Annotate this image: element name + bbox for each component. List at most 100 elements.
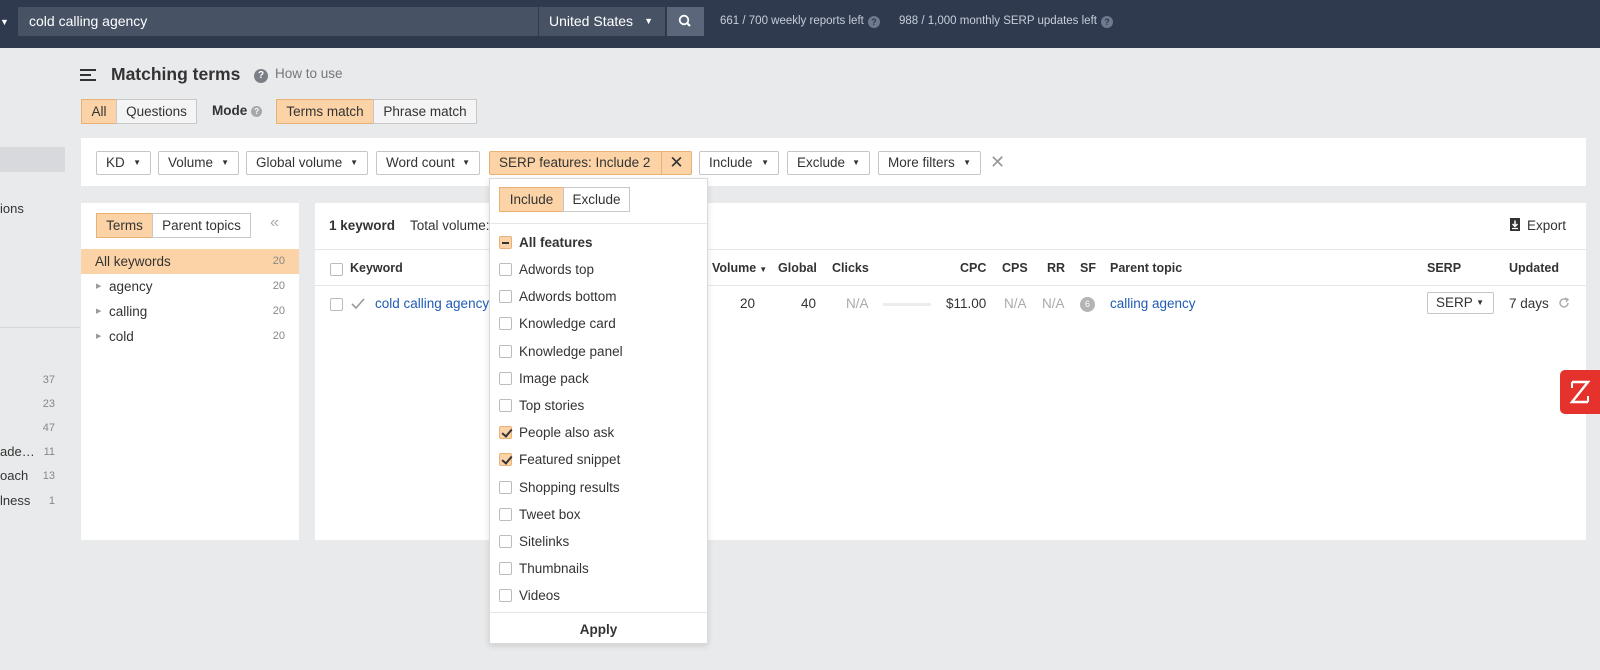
serp-features-filter-label: SERP features: Include 2 [499, 155, 651, 170]
weekly-reports-info: 661 / 700 weekly reports left? [720, 0, 880, 48]
tab-all[interactable]: All [81, 99, 117, 124]
sidebar-item-label[interactable]: lness [0, 493, 30, 508]
refresh-icon[interactable] [1558, 297, 1570, 309]
sidebar-item-label[interactable]: ade… [0, 444, 35, 459]
serp-feature-label: Top stories [519, 398, 585, 413]
keyword-group-label: calling [109, 304, 148, 319]
checked-checkbox[interactable] [499, 426, 512, 440]
help-icon[interactable]: ? [251, 106, 263, 117]
checkbox[interactable] [499, 317, 512, 331]
select-all-checkbox[interactable] [330, 263, 343, 276]
serp-feature-label: People also ask [519, 425, 615, 441]
clear-filters-icon[interactable]: ✕ [990, 153, 1005, 171]
keyword-group-item[interactable]: ▶ cold 20 [81, 324, 299, 349]
tab-questions[interactable]: Questions [116, 99, 197, 124]
col-parent-topic[interactable]: Parent topic [1110, 261, 1182, 275]
sf-count-badge[interactable]: 6 [1080, 297, 1095, 312]
checkbox[interactable] [499, 589, 512, 603]
how-to-use-link[interactable]: ? How to use [254, 66, 343, 83]
tab-terms[interactable]: Terms [96, 213, 153, 238]
expand-arrow-icon[interactable]: ▶ [96, 299, 101, 324]
download-icon [1510, 218, 1520, 231]
results-count: 1 keyword [329, 218, 396, 233]
serp-features-filter[interactable]: SERP features: Include 2 ✕ [489, 151, 692, 175]
serp-feature-label: Knowledge card [519, 316, 616, 332]
checkbox[interactable] [499, 480, 512, 494]
partial-checkbox [499, 236, 512, 249]
exclude-filter[interactable]: Exclude ▼ [787, 151, 870, 175]
checkbox[interactable] [499, 371, 512, 385]
mode-terms-match[interactable]: Terms match [276, 99, 374, 124]
cps-value: N/A [1004, 296, 1027, 311]
exclude-filter-label: Exclude [797, 155, 846, 170]
col-global[interactable]: Global [778, 261, 817, 275]
dropdown-divider [490, 612, 707, 613]
volume-filter[interactable]: Volume ▼ [158, 151, 239, 175]
tab-include[interactable]: Include [499, 187, 564, 212]
col-updated[interactable]: Updated [1509, 261, 1559, 275]
more-filters-button[interactable]: More filters ▼ [878, 151, 981, 175]
mode-label-text: Mode [212, 103, 248, 118]
serp-button[interactable]: SERP ▼ [1427, 292, 1494, 314]
keyword-search-input[interactable]: cold calling agency [18, 7, 538, 36]
kd-filter[interactable]: KD ▼ [96, 151, 151, 175]
col-cps[interactable]: CPS [1002, 261, 1028, 275]
include-filter-label: Include [709, 155, 753, 170]
checkbox[interactable] [499, 344, 512, 358]
col-rr[interactable]: RR [1047, 261, 1065, 275]
keyword-group-count: 20 [272, 280, 285, 292]
collapse-panel-icon[interactable]: « [270, 214, 279, 232]
col-cpc[interactable]: CPC [960, 261, 986, 275]
col-volume[interactable]: Volume ▼ [712, 261, 767, 275]
global-volume-filter-label: Global volume [256, 155, 343, 170]
how-to-use-label: How to use [275, 66, 343, 81]
include-filter[interactable]: Include ▼ [699, 151, 779, 175]
global-volume-filter[interactable]: Global volume ▼ [246, 151, 368, 175]
apply-button[interactable]: Apply [490, 616, 707, 643]
monthly-updates-text: 988 / 1,000 monthly SERP updates left [899, 15, 1097, 27]
all-keywords-item[interactable]: All keywords 20 [81, 249, 299, 274]
export-label: Export [1527, 218, 1567, 233]
chevron-down-icon: ▼ [462, 158, 470, 167]
sidebar-item-label[interactable]: oach [0, 468, 28, 483]
keyword-group-item[interactable]: ▶ agency 20 [81, 274, 299, 299]
col-sf[interactable]: SF [1080, 261, 1096, 275]
menu-caret-icon[interactable]: ▼ [0, 16, 9, 28]
floating-widget[interactable] [1560, 370, 1600, 414]
country-select[interactable]: United States ▼ [538, 7, 665, 36]
row-checkbox[interactable] [330, 298, 343, 311]
hamburger-icon[interactable] [80, 69, 96, 81]
checkbox[interactable] [499, 290, 512, 304]
checkbox[interactable] [499, 562, 512, 576]
help-icon[interactable]: ? [867, 16, 880, 28]
chevron-down-icon: ▼ [1476, 298, 1484, 307]
search-button[interactable] [667, 7, 704, 36]
export-button[interactable]: Export [1509, 218, 1566, 233]
expand-arrow-icon[interactable]: ▶ [96, 324, 101, 349]
checked-checkbox[interactable] [499, 453, 512, 467]
checkbox[interactable] [499, 535, 512, 548]
parent-topic-link[interactable]: calling agency [1110, 296, 1196, 311]
sidebar-item[interactable]: ions [0, 201, 24, 216]
col-clicks[interactable]: Clicks [832, 261, 869, 275]
sidebar-active-item[interactable] [0, 147, 65, 172]
clicks-bar [883, 303, 931, 306]
serp-feature-label: Image pack [519, 370, 589, 386]
word-count-filter[interactable]: Word count ▼ [376, 151, 480, 175]
close-icon[interactable]: ✕ [661, 152, 691, 174]
keyword-link[interactable]: cold calling agency [375, 296, 489, 311]
help-icon[interactable]: ? [1100, 16, 1113, 28]
checkbox[interactable] [499, 263, 512, 276]
tab-exclude[interactable]: Exclude [563, 187, 630, 212]
expand-icon [1569, 380, 1591, 404]
tab-parent-topics[interactable]: Parent topics [152, 213, 251, 238]
mode-phrase-match[interactable]: Phrase match [373, 99, 477, 124]
expand-arrow-icon[interactable]: ▶ [96, 274, 101, 299]
rr-value: N/A [1042, 296, 1065, 311]
checkbox[interactable] [499, 507, 512, 521]
checkbox[interactable] [499, 399, 512, 412]
serp-feature-label: Videos [519, 588, 561, 604]
col-keyword[interactable]: Keyword [350, 261, 403, 275]
chevron-down-icon: ▼ [761, 158, 769, 167]
keyword-group-item[interactable]: ▶ calling 20 [81, 299, 299, 324]
